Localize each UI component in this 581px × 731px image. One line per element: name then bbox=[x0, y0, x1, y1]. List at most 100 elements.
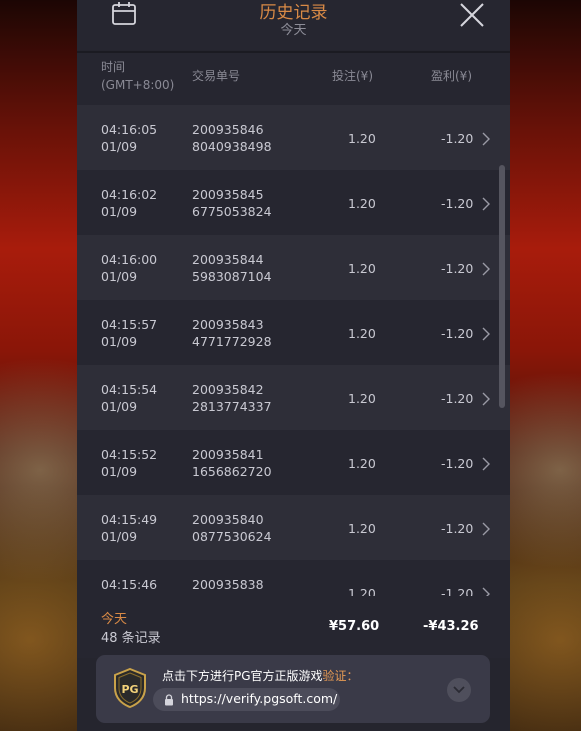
row-order-no: 200935845 6775053824 bbox=[192, 186, 272, 220]
row-profit: -1.20 bbox=[441, 586, 474, 596]
chevron-right-icon[interactable] bbox=[481, 262, 491, 276]
row-bet: 1.20 bbox=[348, 586, 376, 596]
column-header: 时间 (GMT+8:00) 交易单号 投注(¥) 盈利(¥) bbox=[77, 53, 510, 97]
row-order-part2: 4771772928 bbox=[192, 334, 272, 349]
row-time: 04:15:49 01/09 bbox=[101, 511, 157, 545]
panel-header: 历史记录 今天 bbox=[77, 0, 510, 50]
verify-url-link[interactable]: https://verify.pgsoft.com/ bbox=[153, 688, 340, 711]
row-order-part2: 1656862720 bbox=[192, 464, 272, 479]
chevron-right-icon[interactable] bbox=[481, 587, 491, 596]
row-date-value: 01/09 bbox=[101, 139, 138, 154]
row-time-value: 04:15:52 bbox=[101, 447, 158, 462]
row-time: 04:15:57 01/09 bbox=[101, 316, 157, 350]
row-order-part2: 5983087104 bbox=[192, 269, 272, 284]
expand-button[interactable] bbox=[447, 678, 471, 702]
column-time: 时间 (GMT+8:00) bbox=[101, 58, 174, 94]
record-count: 48 条记录 bbox=[101, 631, 161, 646]
list-scrollbar[interactable] bbox=[499, 165, 505, 408]
row-time-value: 04:16:00 bbox=[101, 252, 158, 267]
total-profit: -¥43.26 bbox=[423, 619, 479, 634]
table-row[interactable]: 04:15:57 01/09 200935843 4771772928 1.20… bbox=[77, 300, 510, 365]
verify-url: https://verify.pgsoft.com/ bbox=[181, 691, 338, 706]
row-order-no: 200935846 8040938498 bbox=[192, 121, 272, 155]
verify-text-accent: 验证： bbox=[322, 669, 359, 683]
row-bet: 1.20 bbox=[348, 391, 376, 406]
chevron-right-icon[interactable] bbox=[481, 132, 491, 146]
row-order-no: 200935843 4771772928 bbox=[192, 316, 272, 350]
row-time: 04:16:02 01/09 bbox=[101, 186, 157, 220]
verify-text: 点击下方进行PG官方正版游戏验证： bbox=[162, 667, 359, 684]
row-date-value: 01/09 bbox=[101, 529, 138, 544]
table-row[interactable]: 04:16:05 01/09 200935846 8040938498 1.20… bbox=[77, 105, 510, 170]
history-list[interactable]: 04:16:05 01/09 200935846 8040938498 1.20… bbox=[77, 97, 510, 596]
row-order-part1: 200935840 bbox=[192, 512, 264, 527]
row-order-part2: 2813774337 bbox=[192, 399, 272, 414]
column-time-label: 时间 bbox=[101, 60, 126, 74]
column-bet: 投注(¥) bbox=[332, 69, 373, 83]
row-bet: 1.20 bbox=[348, 196, 376, 211]
row-time-value: 04:15:49 bbox=[101, 512, 158, 527]
close-icon[interactable] bbox=[459, 2, 485, 28]
row-order-no: 200935844 5983087104 bbox=[192, 251, 272, 285]
chevron-right-icon[interactable] bbox=[481, 392, 491, 406]
row-bet: 1.20 bbox=[348, 326, 376, 341]
row-time-value: 04:16:02 bbox=[101, 187, 158, 202]
column-order-no: 交易单号 bbox=[192, 69, 241, 83]
table-row[interactable]: 04:15:46 200935838 1.20 -1.20 bbox=[77, 560, 510, 596]
row-date-value: 01/09 bbox=[101, 334, 138, 349]
summary-period: 今天 bbox=[101, 612, 128, 627]
row-order-part2: 6775053824 bbox=[192, 204, 272, 219]
row-time: 04:15:54 01/09 bbox=[101, 381, 157, 415]
row-bet: 1.20 bbox=[348, 131, 376, 146]
row-bet: 1.20 bbox=[348, 456, 376, 471]
row-order-no: 200935841 1656862720 bbox=[192, 446, 272, 480]
pg-badge-text: PG bbox=[121, 683, 138, 696]
row-time-value: 04:16:05 bbox=[101, 122, 158, 137]
row-profit: -1.20 bbox=[441, 261, 474, 276]
row-time-value: 04:15:57 bbox=[101, 317, 158, 332]
date-filter-label: 今天 bbox=[280, 23, 307, 38]
table-row[interactable]: 04:16:00 01/09 200935844 5983087104 1.20… bbox=[77, 235, 510, 300]
row-time-value: 04:15:54 bbox=[101, 382, 158, 397]
row-order-part2: 0877530624 bbox=[192, 529, 272, 544]
row-time: 04:15:46 bbox=[101, 576, 157, 593]
row-order-part1: 200935842 bbox=[192, 382, 264, 397]
total-bet: ¥57.60 bbox=[329, 619, 380, 634]
row-order-part1: 200935844 bbox=[192, 252, 264, 267]
row-order-part2: 8040938498 bbox=[192, 139, 272, 154]
row-profit: -1.20 bbox=[441, 131, 474, 146]
chevron-down-icon bbox=[453, 686, 465, 694]
row-time: 04:16:00 01/09 bbox=[101, 251, 157, 285]
chevron-right-icon[interactable] bbox=[481, 522, 491, 536]
row-order-no: 200935838 bbox=[192, 576, 264, 593]
list-top-spacer bbox=[77, 97, 510, 105]
row-time-value: 04:15:46 bbox=[101, 577, 158, 592]
row-time: 04:15:52 01/09 bbox=[101, 446, 157, 480]
row-profit: -1.20 bbox=[441, 521, 474, 536]
table-row[interactable]: 04:15:52 01/09 200935841 1656862720 1.20… bbox=[77, 430, 510, 495]
row-order-no: 200935842 2813774337 bbox=[192, 381, 272, 415]
verify-text-main: 点击下方进行PG官方正版游戏 bbox=[162, 669, 323, 683]
row-profit: -1.20 bbox=[441, 196, 474, 211]
row-profit: -1.20 bbox=[441, 326, 474, 341]
column-profit: 盈利(¥) bbox=[431, 69, 472, 83]
chevron-right-icon[interactable] bbox=[481, 327, 491, 341]
row-date-value: 01/09 bbox=[101, 269, 138, 284]
table-row[interactable]: 04:15:54 01/09 200935842 2813774337 1.20… bbox=[77, 365, 510, 430]
verify-banner: PG 点击下方进行PG官方正版游戏验证： https://verify.pgso… bbox=[96, 655, 490, 723]
row-order-part1: 200935845 bbox=[192, 187, 264, 202]
row-order-part1: 200935843 bbox=[192, 317, 264, 332]
row-date-value: 01/09 bbox=[101, 399, 138, 414]
row-bet: 1.20 bbox=[348, 261, 376, 276]
table-row[interactable]: 04:15:49 01/09 200935840 0877530624 1.20… bbox=[77, 495, 510, 560]
chevron-right-icon[interactable] bbox=[481, 197, 491, 211]
row-order-part1: 200935838 bbox=[192, 577, 264, 592]
table-row[interactable]: 04:16:02 01/09 200935845 6775053824 1.20… bbox=[77, 170, 510, 235]
row-bet: 1.20 bbox=[348, 521, 376, 536]
history-panel: 历史记录 今天 时间 (GMT+8:00) 交易单号 投注(¥) 盈利(¥) 0… bbox=[77, 0, 510, 731]
row-time: 04:16:05 01/09 bbox=[101, 121, 157, 155]
column-timezone-label: (GMT+8:00) bbox=[101, 78, 175, 92]
row-order-part1: 200935846 bbox=[192, 122, 264, 137]
row-profit: -1.20 bbox=[441, 456, 474, 471]
chevron-right-icon[interactable] bbox=[481, 457, 491, 471]
